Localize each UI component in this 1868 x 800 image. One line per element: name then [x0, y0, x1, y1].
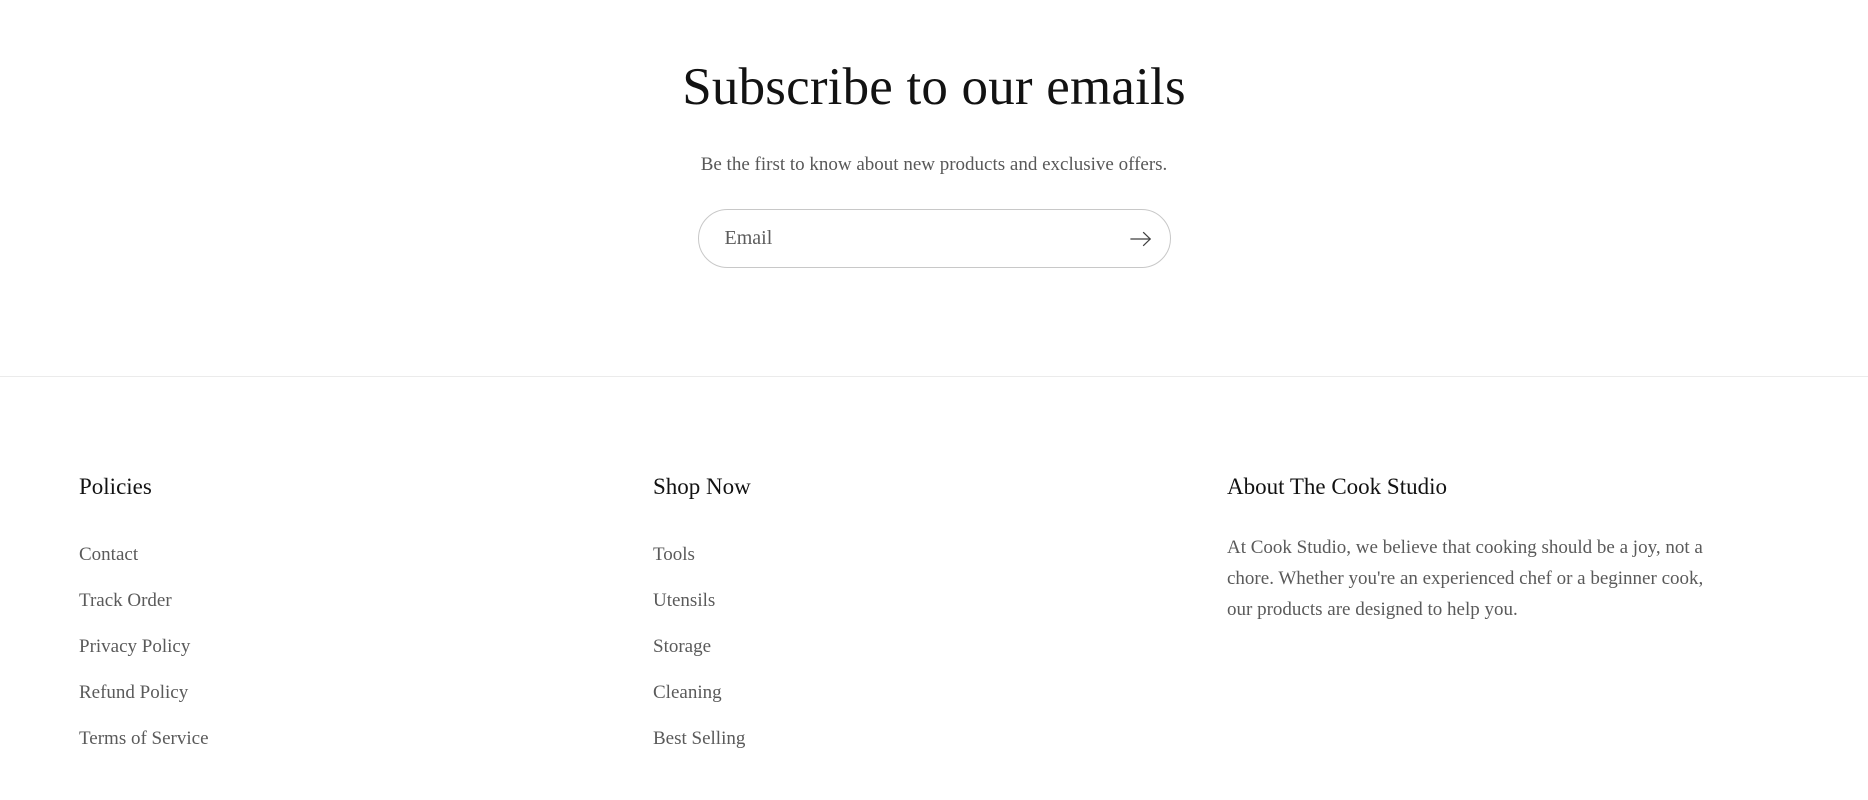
- footer-link-contact[interactable]: Contact: [79, 532, 138, 578]
- list-item: Storage: [653, 624, 1227, 670]
- newsletter-section: Subscribe to our emails Be the first to …: [0, 0, 1868, 269]
- list-item: Tools: [653, 532, 1227, 578]
- footer-link-list-policies: Contact Track Order Privacy Policy Refun…: [79, 532, 653, 762]
- list-item: Contact: [79, 532, 653, 578]
- newsletter-heading: Subscribe to our emails: [682, 58, 1186, 116]
- newsletter-subheading: Be the first to know about new products …: [700, 153, 1168, 175]
- footer-columns: Policies Contact Track Order Privacy Pol…: [79, 472, 1789, 762]
- email-input[interactable]: [697, 209, 1171, 269]
- footer-link-privacy-policy[interactable]: Privacy Policy: [79, 624, 190, 670]
- footer-heading-shop-now: Shop Now: [653, 474, 751, 499]
- footer-column-shop-now: Shop Now Tools Utensils Storage Cleaning: [653, 472, 1227, 762]
- footer-link-refund-policy[interactable]: Refund Policy: [79, 670, 188, 716]
- footer-column-policies: Policies Contact Track Order Privacy Pol…: [79, 472, 653, 762]
- list-item: Privacy Policy: [79, 624, 653, 670]
- subscribe-submit-button[interactable]: [1119, 217, 1163, 261]
- site-footer: Policies Contact Track Order Privacy Pol…: [0, 377, 1868, 762]
- footer-column-about: About The Cook Studio At Cook Studio, we…: [1227, 472, 1827, 625]
- footer-link-storage[interactable]: Storage: [653, 624, 711, 670]
- footer-link-best-selling[interactable]: Best Selling: [653, 716, 745, 762]
- footer-link-track-order[interactable]: Track Order: [79, 578, 172, 624]
- footer-link-terms-of-service[interactable]: Terms of Service: [79, 716, 209, 762]
- newsletter-footer-page: Subscribe to our emails Be the first to …: [0, 0, 1868, 800]
- about-description: At Cook Studio, we believe that cooking …: [1227, 536, 1704, 620]
- list-item: Utensils: [653, 578, 1227, 624]
- footer-heading-policies: Policies: [79, 474, 152, 499]
- newsletter-form: [697, 209, 1171, 269]
- list-item: Cleaning: [653, 670, 1227, 716]
- footer-link-list-shop-now: Tools Utensils Storage Cleaning Best Sel…: [653, 532, 1227, 762]
- list-item: Track Order: [79, 578, 653, 624]
- list-item: Refund Policy: [79, 670, 653, 716]
- list-item: Terms of Service: [79, 716, 653, 762]
- footer-link-utensils[interactable]: Utensils: [653, 578, 715, 624]
- list-item: Best Selling: [653, 716, 1227, 762]
- footer-link-cleaning[interactable]: Cleaning: [653, 670, 722, 716]
- footer-heading-about: About The Cook Studio: [1227, 474, 1448, 499]
- footer-link-tools[interactable]: Tools: [653, 532, 695, 578]
- arrow-right-icon: [1129, 231, 1152, 247]
